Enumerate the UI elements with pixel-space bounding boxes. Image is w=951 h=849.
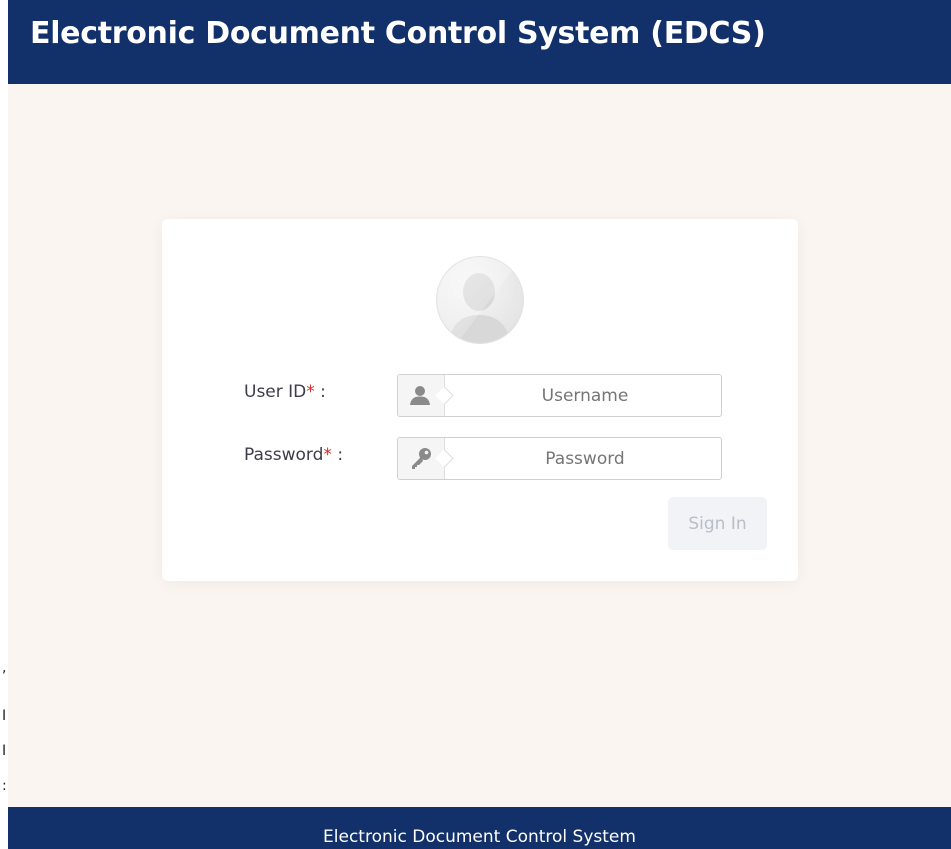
footer-text: Electronic Document Control System	[323, 827, 636, 847]
background-glyph: I	[2, 743, 7, 759]
username-input-group	[397, 374, 722, 418]
key-icon	[398, 438, 454, 479]
user-id-label: User ID* :	[244, 382, 326, 402]
password-input[interactable]	[450, 438, 720, 481]
login-card: User ID* : Password* :	[162, 219, 798, 581]
required-mark: *	[323, 445, 332, 465]
username-input[interactable]	[450, 375, 720, 418]
app-footer: Electronic Document Control System	[8, 807, 951, 849]
sign-in-button[interactable]: Sign In	[668, 497, 767, 550]
background-glyph: I	[2, 708, 7, 724]
required-mark: *	[306, 382, 315, 402]
background-glyph: :	[2, 778, 7, 794]
edcs-app: Electronic Document Control System (EDCS…	[8, 0, 951, 849]
user-avatar-icon	[436, 256, 524, 344]
user-icon	[398, 375, 454, 416]
password-input-group	[397, 437, 722, 481]
app-header: Electronic Document Control System (EDCS…	[8, 0, 951, 84]
password-label: Password* :	[244, 445, 344, 465]
app-title: Electronic Document Control System (EDCS…	[30, 16, 766, 51]
background-glyph: ,	[2, 660, 7, 676]
